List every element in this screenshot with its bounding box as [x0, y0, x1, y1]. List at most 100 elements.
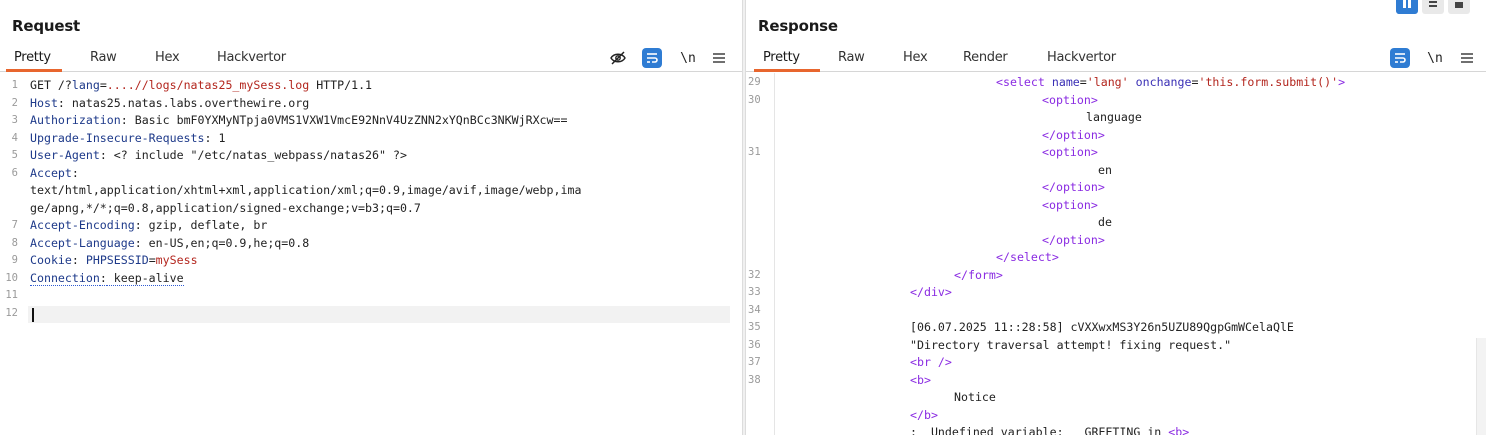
- response-line: Notice: [746, 389, 1486, 407]
- header-value: en-US,en;q=0.9,he;q=0.8: [141, 235, 310, 250]
- response-line: </option>: [746, 232, 1486, 250]
- request-line: text/html,application/xhtml+xml,applicat…: [0, 182, 742, 200]
- html-tag: </form>: [954, 267, 1003, 282]
- request-line: 4 Upgrade-Insecure-Requests: 1: [0, 130, 742, 148]
- response-line: 38 <b>: [746, 372, 1486, 390]
- html-tag: </div>: [910, 285, 952, 299]
- line-number: 7: [11, 219, 18, 231]
- header-colon: :: [134, 235, 142, 250]
- response-tab-pretty[interactable]: Pretty: [763, 50, 800, 65]
- layout-side-by-side-button[interactable]: [1396, 0, 1418, 14]
- header-colon: :: [99, 270, 107, 286]
- line-number: 11: [5, 289, 18, 301]
- line-content: <option>: [1042, 92, 1098, 110]
- header-colon: :: [120, 113, 128, 127]
- response-menu-icon[interactable]: [1460, 48, 1474, 68]
- request-tab-pretty[interactable]: Pretty: [14, 50, 51, 65]
- attr-eq: =: [1079, 75, 1087, 89]
- text-content: [06.07.2025 11::28:58] cVXXwxMS3Y26n5UZU…: [910, 320, 1294, 334]
- request-line: 11: [0, 287, 742, 305]
- layout-stacked-button[interactable]: [1422, 0, 1444, 14]
- text-content: de: [1098, 215, 1112, 229]
- response-line: </option>: [746, 127, 1486, 145]
- line-content: <option>: [1042, 144, 1098, 162]
- header-colon: :: [71, 165, 79, 180]
- response-tab-hackvertor[interactable]: Hackvertor: [1047, 50, 1116, 65]
- response-line: </option>: [746, 179, 1486, 197]
- line-number: 1: [11, 79, 18, 91]
- response-pane: Response Pretty Raw Hex Render Hackverto…: [746, 0, 1486, 435]
- response-line: </b>: [746, 407, 1486, 425]
- request-line: 9 Cookie: PHPSESSID=mySess: [0, 252, 742, 270]
- line-number: 37: [748, 356, 761, 368]
- line-number: 38: [748, 373, 761, 386]
- line-content: "Directory traversal attempt! fixing req…: [910, 337, 1231, 355]
- eye-slash-icon: [610, 51, 626, 65]
- header-name: Accept-Encoding: [30, 218, 135, 232]
- html-tag: </select>: [996, 250, 1059, 264]
- response-title: Response: [758, 17, 838, 35]
- query-param-value: ....//logs/natas25_mySess.log: [106, 78, 310, 92]
- html-tag: <br />: [910, 355, 952, 369]
- header-name: Accept: [30, 165, 72, 180]
- request-line: 10 Connection: keep-alive: [0, 270, 742, 288]
- hide-non-printable-icon[interactable]: [608, 48, 628, 68]
- header-colon: :: [99, 148, 107, 162]
- response-show-newlines-button[interactable]: \n: [1427, 48, 1443, 68]
- line-content: User-Agent: <? include "/etc/natas_webpa…: [30, 147, 407, 165]
- line-content: en: [1098, 162, 1112, 180]
- response-tab-raw[interactable]: Raw: [838, 50, 865, 65]
- response-tabbar: Pretty Raw Hex Render Hackvertor \n: [746, 46, 1486, 72]
- response-line: 32 </form>: [746, 267, 1486, 285]
- html-tag: <b>: [1168, 425, 1190, 435]
- cookie-value: mySess: [155, 253, 198, 267]
- select-tag-close: >: [1338, 75, 1346, 89]
- request-tab-hackvertor[interactable]: Hackvertor: [217, 50, 286, 65]
- word-wrap-button[interactable]: [642, 48, 662, 68]
- response-line: 31 <option>: [746, 144, 1486, 162]
- request-tab-hex[interactable]: Hex: [155, 50, 180, 65]
- single-pane-icon: [1455, 2, 1463, 8]
- show-newlines-button[interactable]: \n: [680, 48, 696, 68]
- response-line: 33 </div>: [746, 284, 1486, 302]
- response-line: : Undefined variable: __GREETING in <b>: [746, 424, 1486, 435]
- line-content: <option>: [1042, 197, 1098, 215]
- line-content: </option>: [1042, 179, 1105, 197]
- response-line: language: [746, 109, 1486, 127]
- request-line: 2 Host: natas25.natas.labs.overthewire.or…: [0, 95, 742, 113]
- vertical-scrollbar[interactable]: [1476, 338, 1486, 435]
- text-content: "Directory traversal attempt! fixing req…: [910, 337, 1232, 352]
- text-content: Notice: [954, 390, 996, 404]
- attr-name: name: [1044, 75, 1080, 89]
- layout-tabs-button[interactable]: [1448, 0, 1470, 14]
- header-name: Host: [30, 95, 58, 110]
- line-number: 34: [748, 303, 761, 316]
- line-number: 33: [748, 286, 761, 298]
- response-tab-hex[interactable]: Hex: [903, 50, 928, 65]
- line-number: 32: [748, 268, 761, 281]
- line-number: 36: [748, 338, 761, 351]
- header-name: Upgrade-Insecure-Requests: [30, 130, 205, 145]
- line-content: Accept-Encoding: gzip, deflate, br: [30, 217, 267, 235]
- attr-value: 'this.form.submit()': [1198, 75, 1339, 89]
- menu-icon[interactable]: [712, 48, 726, 68]
- wrap-lines-icon: [1395, 53, 1406, 63]
- line-content: Accept:: [30, 165, 79, 183]
- header-value: [79, 253, 86, 267]
- line-number: 35: [748, 321, 761, 333]
- header-name: Authorization: [30, 113, 121, 127]
- header-continuation: ge/apng,*/*;q=0.8,application/signed-exc…: [30, 200, 421, 215]
- header-value: gzip, deflate, br: [141, 218, 268, 232]
- response-tab-render[interactable]: Render: [963, 50, 1008, 65]
- request-editor[interactable]: 1 GET /?lang=....//logs/natas25_mySess.lo…: [0, 73, 742, 435]
- request-tab-raw[interactable]: Raw: [90, 50, 117, 65]
- line-content: : Undefined variable: __GREETING in <b>: [910, 424, 1189, 435]
- columns-icon: [1403, 0, 1411, 8]
- response-editor[interactable]: 29 <select name='lang' onchange='this.for…: [746, 73, 1486, 435]
- request-line: 1 GET /?lang=....//logs/natas25_mySess.lo…: [0, 77, 742, 95]
- response-word-wrap-button[interactable]: [1390, 48, 1410, 68]
- line-number: 9: [11, 254, 18, 266]
- header-colon: :: [204, 130, 212, 145]
- text-content: : Undefined variable: __GREETING in: [910, 425, 1169, 435]
- line-content: GET /?lang=....//logs/natas25_mySess.log…: [30, 77, 372, 95]
